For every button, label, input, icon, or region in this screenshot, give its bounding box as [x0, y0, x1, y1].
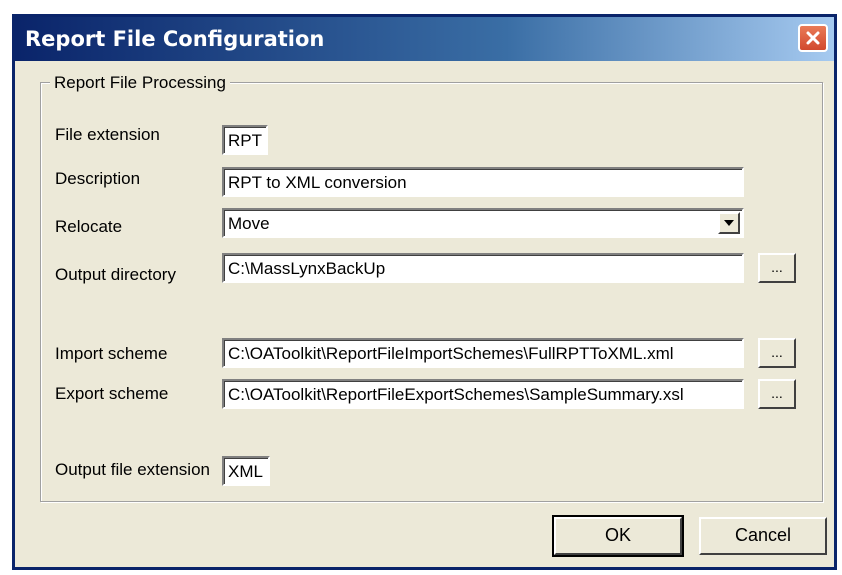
- title-bar[interactable]: Report File Configuration: [15, 17, 834, 61]
- ok-button[interactable]: OK: [552, 515, 684, 557]
- close-icon: [806, 31, 820, 45]
- report-file-processing-group: [40, 82, 823, 502]
- import-scheme-label: Import scheme: [55, 344, 168, 363]
- import-scheme-field[interactable]: C:\OAToolkit\ReportFileImportSchemes\Ful…: [222, 338, 744, 368]
- import-scheme-browse-button[interactable]: ...: [758, 338, 796, 368]
- output-file-extension-label: Output file extension: [55, 460, 210, 479]
- dropdown-button[interactable]: [718, 212, 740, 234]
- group-title: Report File Processing: [50, 73, 230, 93]
- export-scheme-label: Export scheme: [55, 384, 169, 403]
- description-field[interactable]: RPT to XML conversion: [222, 167, 744, 197]
- chevron-down-icon: [724, 220, 734, 226]
- relocate-selected-value: Move: [228, 214, 270, 233]
- relocate-select[interactable]: Move: [222, 208, 744, 238]
- output-directory-field[interactable]: C:\MassLynxBackUp: [222, 253, 744, 283]
- relocate-label: Relocate: [55, 217, 123, 236]
- output-directory-label: Output directory: [55, 265, 176, 284]
- file-extension-field[interactable]: RPT: [222, 125, 268, 155]
- description-label: Description: [55, 169, 141, 188]
- export-scheme-field[interactable]: C:\OAToolkit\ReportFileExportSchemes\Sam…: [222, 379, 744, 409]
- cancel-button[interactable]: Cancel: [699, 517, 827, 555]
- output-file-extension-field[interactable]: XML: [222, 456, 270, 486]
- export-scheme-browse-button[interactable]: ...: [758, 379, 796, 409]
- window-title: Report File Configuration: [25, 27, 325, 51]
- close-button[interactable]: [798, 24, 828, 52]
- output-directory-browse-button[interactable]: ...: [758, 253, 796, 283]
- report-file-configuration-dialog: Report File Configuration Report File Pr…: [12, 14, 837, 570]
- file-extension-label: File extension: [55, 125, 160, 144]
